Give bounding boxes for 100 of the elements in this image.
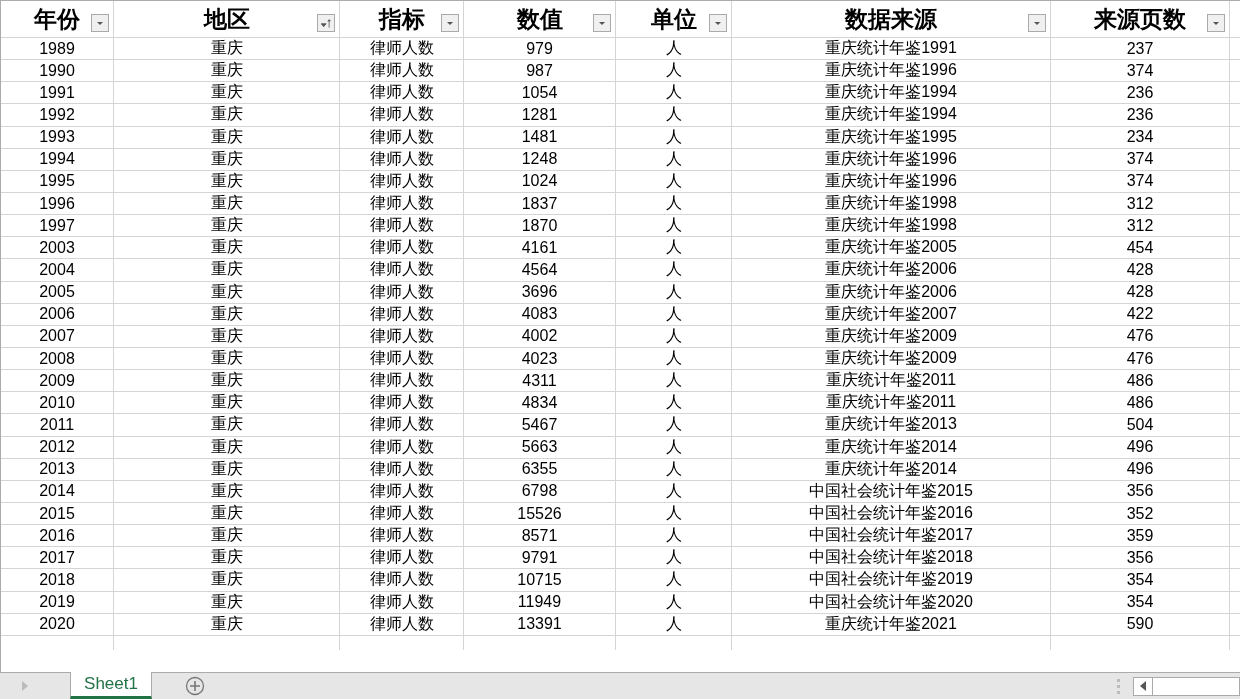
table-cell-text: 律师人数 [369, 547, 434, 568]
table-cell-text: 律师人数 [369, 60, 434, 81]
table-cell-text: 重庆 [210, 259, 243, 280]
table-cell: 1281 [521, 106, 558, 124]
column-header: 单位 [650, 4, 697, 34]
column-header: 数值 [516, 4, 563, 34]
table-cell-text: 人 [665, 414, 682, 435]
table-cell: 476 [1126, 327, 1154, 346]
table-cell-text: 人 [665, 193, 682, 214]
table-cell: 356 [1126, 548, 1154, 567]
table-cell-text: 人 [665, 104, 682, 125]
table-cell: 1054 [521, 83, 558, 102]
table-cell: 2019 [39, 593, 75, 612]
table-cell: 234 [1126, 128, 1154, 147]
table-cell-text: 重庆统计年鉴2009 [825, 325, 957, 346]
table-cell: 354 [1126, 570, 1154, 589]
table-cell: 496 [1126, 438, 1154, 457]
table-cell: 236 [1126, 106, 1154, 124]
table-cell-text: 律师人数 [369, 126, 434, 147]
table-cell-text: 律师人数 [369, 370, 434, 391]
table-cell-text: 重庆 [210, 104, 243, 125]
table-cell-text: 重庆统计年鉴1995 [825, 126, 957, 147]
table-cell: 979 [526, 39, 553, 58]
table-cell-text: 律师人数 [369, 170, 434, 191]
horizontal-scrollbar[interactable] [1133, 676, 1240, 696]
column-header: 指标 [378, 4, 425, 34]
table-cell-text: 重庆统计年鉴2021 [825, 613, 957, 634]
table-cell-text: 重庆统计年鉴2011 [825, 370, 957, 391]
table-cell: 4002 [521, 327, 558, 346]
splitter-handle-icon[interactable] [1117, 678, 1121, 694]
table-cell: 356 [1126, 482, 1154, 501]
table-cell-text: 重庆 [210, 370, 243, 391]
filter-button[interactable] [1028, 14, 1046, 32]
sort-filter-button[interactable] [317, 14, 335, 32]
table-cell-text: 人 [665, 126, 682, 147]
filter-button[interactable] [1207, 14, 1225, 32]
table-cell-text: 中国社会统计年鉴2019 [809, 569, 973, 590]
table-cell: 476 [1126, 349, 1154, 368]
table-cell-text: 律师人数 [369, 392, 434, 413]
table-cell-text: 人 [665, 170, 682, 191]
table-cell-text: 中国社会统计年鉴2018 [809, 547, 973, 568]
sheet-tab[interactable]: Sheet1 [70, 672, 152, 699]
table-cell: 428 [1126, 260, 1154, 279]
sort-caret-icon [321, 18, 331, 28]
add-sheet-icon[interactable] [185, 676, 205, 696]
table-cell-text: 人 [665, 370, 682, 391]
table-cell: 987 [526, 61, 553, 80]
table-cell-text: 人 [665, 480, 682, 501]
filter-button[interactable] [709, 14, 727, 32]
table-cell-text: 律师人数 [369, 38, 434, 59]
table-cell: 10715 [517, 570, 562, 589]
table-cell: 1024 [521, 172, 558, 191]
table-cell-text: 重庆 [210, 38, 243, 59]
table-cell-text: 律师人数 [369, 348, 434, 369]
table-cell-text: 人 [665, 591, 682, 612]
table-cell-text: 重庆统计年鉴1996 [825, 60, 957, 81]
table-cell-text: 重庆 [210, 503, 243, 523]
table-cell-text: 人 [665, 569, 682, 590]
table-cell: 237 [1126, 39, 1154, 58]
table-cell-text: 人 [665, 82, 682, 103]
table-cell-text: 重庆 [210, 126, 243, 147]
table-cell: 374 [1126, 150, 1154, 169]
table-cell-text: 重庆 [210, 591, 243, 612]
table-cell-text: 重庆统计年鉴2006 [825, 259, 957, 280]
table-cell: 3696 [521, 283, 558, 302]
table-cell: 2003 [39, 238, 75, 257]
table-cell-text: 人 [665, 215, 682, 236]
table-cell-text: 重庆统计年鉴1994 [825, 82, 957, 103]
table-cell: 1997 [39, 216, 75, 235]
table-cell-text: 重庆 [210, 303, 243, 324]
filter-button[interactable] [593, 14, 611, 32]
table-cell-text: 重庆统计年鉴1991 [825, 38, 957, 59]
table-cell-text: 重庆 [210, 215, 243, 236]
filter-button[interactable] [91, 14, 109, 32]
table-cell-text: 重庆 [210, 170, 243, 191]
caret-icon [599, 21, 605, 25]
table-cell: 2020 [39, 615, 75, 634]
table-cell-text: 重庆 [210, 82, 243, 103]
table-cell: 4834 [521, 393, 558, 412]
table-cell: 2012 [39, 438, 75, 457]
table-cell: 1989 [39, 39, 75, 58]
table-cell-text: 律师人数 [369, 104, 434, 125]
column-header: 地区 [203, 4, 250, 34]
caret-icon [97, 21, 103, 25]
table-cell: 6798 [521, 482, 558, 501]
table-cell: 1481 [521, 128, 558, 147]
column-header: 年份 [34, 4, 80, 34]
table-cell-text: 重庆统计年鉴2011 [825, 392, 957, 413]
table-cell-text: 律师人数 [369, 458, 434, 479]
filter-button[interactable] [441, 14, 459, 32]
table-cell: 4161 [521, 238, 558, 257]
table-cell-text: 重庆统计年鉴2007 [825, 303, 957, 324]
table-cell-text: 律师人数 [369, 193, 434, 214]
table-cell-text: 重庆 [210, 237, 243, 258]
table-cell-text: 人 [665, 436, 682, 457]
table-cell: 359 [1126, 526, 1154, 545]
table-cell: 504 [1126, 415, 1154, 434]
table-cell-text: 重庆 [210, 60, 243, 81]
table-cell: 352 [1126, 504, 1154, 523]
table-cell: 374 [1126, 172, 1154, 191]
